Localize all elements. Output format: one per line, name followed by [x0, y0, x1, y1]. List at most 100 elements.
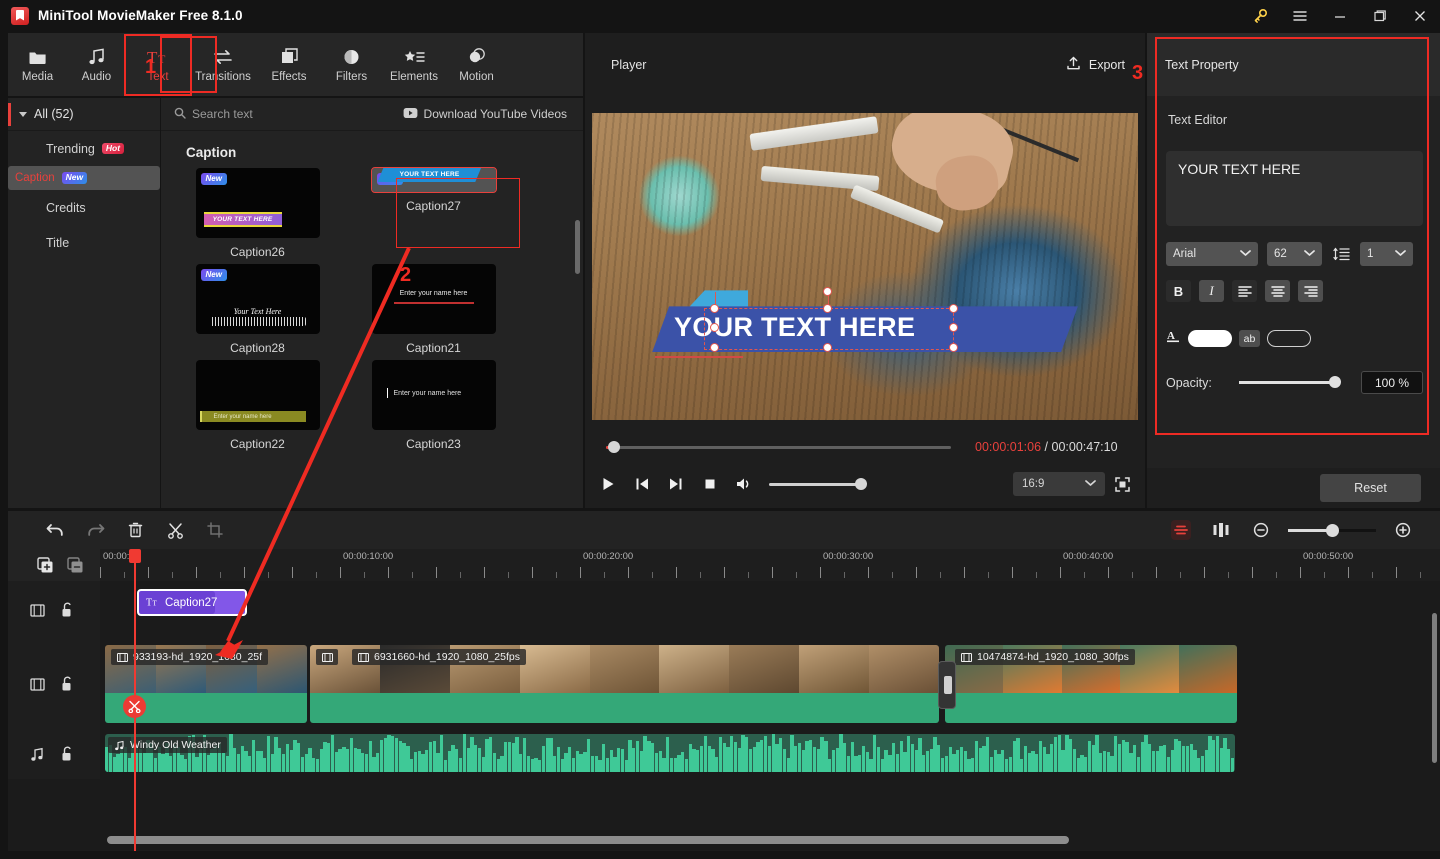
timeline-ruler[interactable]: 00:00:00 00:00:10:00 00:00:20:00 00:00:30:0… [8, 549, 1440, 581]
template-thumbnail-caption26[interactable]: New YOUR TEXT HERE [195, 168, 320, 238]
clip-trim-handle[interactable] [938, 661, 956, 709]
timeline-zoom-slider[interactable] [1288, 523, 1376, 537]
tab-motion[interactable]: Motion [447, 36, 506, 94]
tab-effects[interactable]: Effects [256, 36, 322, 94]
tab-audio[interactable]: Audio [67, 36, 126, 94]
export-button[interactable]: Export [1066, 56, 1125, 74]
bold-button[interactable]: B [1166, 280, 1191, 302]
zoom-in-icon[interactable] [1383, 514, 1423, 546]
waveform-bar [726, 747, 730, 772]
maximize-icon[interactable] [1360, 0, 1400, 31]
reset-button[interactable]: Reset [1320, 474, 1421, 502]
track-lane[interactable]: Windy Old Weather [100, 729, 1440, 779]
seek-slider[interactable] [606, 441, 951, 453]
library-scrollbar[interactable] [575, 220, 580, 274]
menu-icon[interactable] [1280, 0, 1320, 31]
play-icon[interactable] [591, 469, 625, 499]
sidebar-item-caption[interactable]: Caption New [8, 166, 160, 190]
opacity-value[interactable]: 100 % [1361, 371, 1423, 394]
tab-elements[interactable]: Elements [381, 36, 447, 94]
sidebar-item-trending[interactable]: Trending Hot [8, 131, 160, 166]
text-overlay[interactable]: YOUR TEXT HERE [652, 287, 1078, 358]
music-note-icon[interactable] [22, 747, 52, 762]
tab-transitions[interactable]: Transitions [190, 36, 256, 94]
film-strip-icon[interactable] [22, 677, 52, 692]
font-family-select[interactable]: Arial [1166, 242, 1258, 266]
sidebar-item-title[interactable]: Title [8, 225, 160, 260]
playhead[interactable] [123, 549, 146, 851]
close-icon[interactable] [1400, 0, 1440, 31]
text-color-swatch[interactable] [1188, 330, 1232, 347]
waveform-bar [997, 754, 1001, 772]
timeline-clip-caption27[interactable]: TT Caption27 [137, 589, 247, 616]
line-spacing-select[interactable]: 1 [1360, 242, 1413, 266]
search-input[interactable]: Search text [174, 107, 253, 122]
aspect-ratio-select[interactable]: 16:9 [1013, 472, 1105, 496]
timeline-clip-video-3[interactable]: 10474874-hd_1920_1080_30fps [945, 645, 1237, 723]
download-youtube-button[interactable]: Download YouTube Videos [403, 107, 567, 122]
film-strip-icon[interactable] [22, 603, 52, 618]
add-track-icon[interactable] [30, 549, 60, 581]
italic-button[interactable]: I [1199, 280, 1224, 302]
font-size-select[interactable]: 62 [1267, 242, 1322, 266]
timeline-zoom-knob[interactable] [1326, 523, 1339, 537]
split-at-playhead-icon[interactable] [123, 695, 146, 718]
template-thumbnail-caption28[interactable]: New Your Text Here [195, 264, 320, 334]
category-all[interactable]: All (52) [8, 98, 160, 131]
template-thumbnail-caption21[interactable]: Enter your name here [371, 264, 496, 334]
waveform-bar [718, 736, 723, 772]
timeline-clip-audio[interactable]: Windy Old Weather [105, 734, 1235, 772]
text-editor-input[interactable]: YOUR TEXT HERE [1166, 151, 1423, 226]
waveform-bar [153, 758, 158, 772]
speed-ramp-icon[interactable] [1161, 514, 1201, 546]
timeline-clip-video-2[interactable]: 6931660-hd_1920_1080_25fps [310, 645, 939, 723]
template-thumbnail-caption27[interactable]: New YOUR TEXT HERE [370, 167, 497, 193]
waveform-bar [319, 749, 323, 772]
redo-icon[interactable] [75, 514, 115, 546]
crop-icon[interactable] [195, 514, 235, 546]
next-frame-icon[interactable] [659, 469, 693, 499]
preview-stage[interactable]: YOUR TEXT HERE [592, 113, 1138, 420]
waveform-bar [270, 753, 274, 772]
key-icon[interactable] [1240, 0, 1280, 31]
unlock-icon[interactable] [52, 746, 82, 762]
outline-color-swatch[interactable] [1267, 330, 1311, 347]
align-left-button[interactable] [1232, 280, 1257, 302]
text-property-body: Text Editor YOUR TEXT HERE Arial 62 1 B … [1147, 96, 1440, 468]
waveform-bar [455, 748, 459, 772]
undo-icon[interactable] [35, 514, 75, 546]
playhead-handle[interactable] [129, 549, 141, 563]
track-lane[interactable]: 933193-hd_1920_1080_25f 6931660-hd_1920_… [100, 639, 1440, 729]
template-thumbnail-caption23[interactable]: Enter your name here [371, 360, 496, 430]
tab-text[interactable]: TT Text [124, 33, 192, 96]
track-lane[interactable]: TT Caption27 [100, 581, 1440, 639]
tab-media[interactable]: Media [8, 36, 67, 94]
align-center-button[interactable] [1265, 280, 1290, 302]
opacity-slider[interactable] [1238, 376, 1341, 389]
keyframe-icon[interactable] [1201, 514, 1241, 546]
delete-icon[interactable] [115, 514, 155, 546]
ruler-tick [724, 567, 725, 578]
ruler-ticks: 00:00:00 00:00:10:00 00:00:20:00 00:00:30:0… [100, 549, 1440, 581]
remove-track-icon[interactable] [60, 549, 90, 581]
tab-filters[interactable]: Filters [322, 36, 381, 94]
stop-icon[interactable] [693, 469, 727, 499]
zoom-out-icon[interactable] [1241, 514, 1281, 546]
waveform-bar [519, 754, 523, 772]
unlock-icon[interactable] [52, 676, 82, 692]
sidebar-item-credits[interactable]: Credits [8, 190, 160, 225]
volume-knob[interactable] [855, 478, 867, 490]
fullscreen-icon[interactable] [1105, 469, 1139, 499]
previous-frame-icon[interactable] [625, 469, 659, 499]
volume-icon[interactable] [727, 469, 761, 499]
opacity-knob[interactable] [1328, 376, 1341, 389]
minimize-icon[interactable] [1320, 0, 1360, 31]
align-right-button[interactable] [1298, 280, 1323, 302]
unlock-icon[interactable] [52, 602, 82, 618]
volume-slider[interactable] [769, 478, 867, 490]
timeline-horizontal-scrollbar[interactable] [107, 836, 1069, 844]
split-icon[interactable] [155, 514, 195, 546]
seek-knob[interactable] [608, 441, 620, 453]
timeline-vertical-scrollbar[interactable] [1432, 613, 1437, 763]
template-thumbnail-caption22[interactable]: Enter your name here [195, 360, 320, 430]
